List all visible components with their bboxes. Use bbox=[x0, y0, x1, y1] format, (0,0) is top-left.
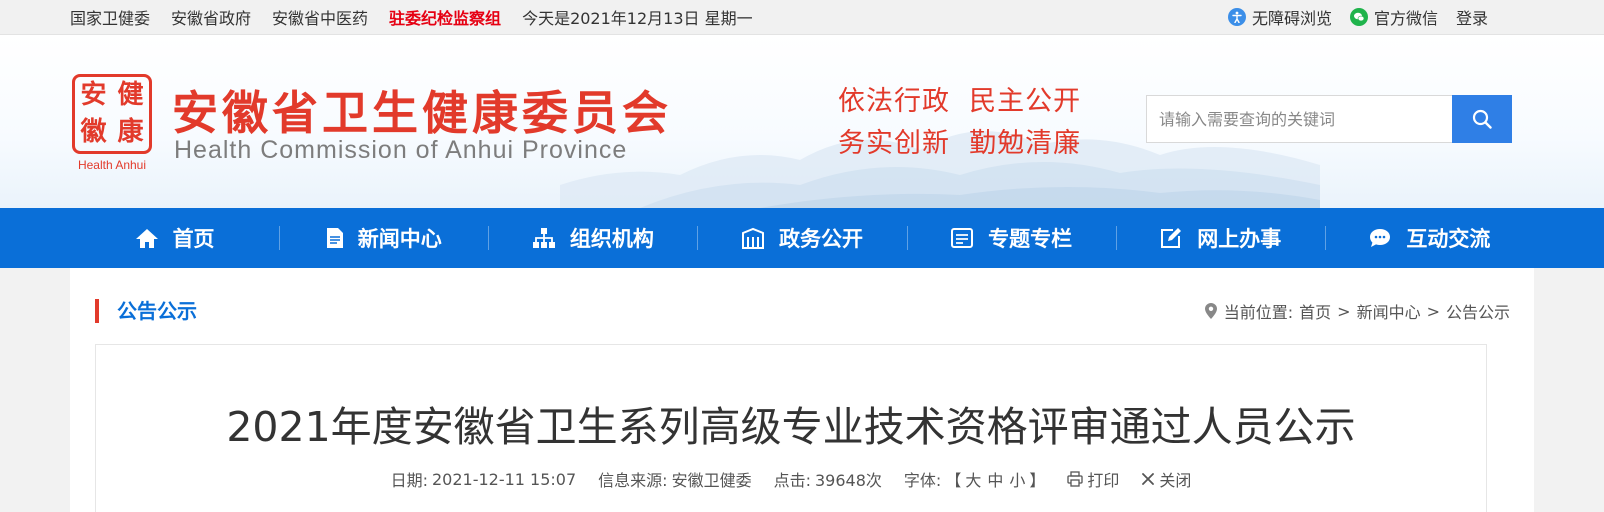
meta-source-value: 安徽卫健委 bbox=[671, 471, 752, 490]
meta-font-size: 字体: 【 大 中 小 】 bbox=[904, 467, 1045, 491]
printer-icon bbox=[1067, 471, 1084, 487]
nav-label: 政务公开 bbox=[778, 227, 863, 251]
accessibility-label: 无障碍浏览 bbox=[1251, 9, 1332, 28]
font-size-large[interactable]: 大 bbox=[965, 467, 981, 491]
breadcrumb-news[interactable]: 新闻中心 bbox=[1357, 299, 1421, 323]
wechat-icon bbox=[1349, 8, 1368, 26]
font-size-medium[interactable]: 中 bbox=[987, 467, 1003, 491]
list-box-icon bbox=[951, 228, 974, 248]
search-icon bbox=[1472, 109, 1492, 129]
nav-label: 组织机构 bbox=[569, 227, 654, 251]
close-icon bbox=[1142, 473, 1155, 485]
document-icon bbox=[326, 228, 343, 248]
edit-icon bbox=[1161, 228, 1182, 248]
content-area: 公告公示 当前位置: 首页 > 新闻中心 > 公告公示 2021年度安徽省卫生系… bbox=[70, 268, 1534, 512]
building-icon bbox=[741, 227, 764, 249]
breadcrumb-current[interactable]: 公告公示 bbox=[1446, 299, 1510, 323]
org-chart-icon bbox=[532, 228, 555, 248]
nav-item-special-topics[interactable]: 专题专栏 bbox=[906, 208, 1116, 268]
site-header: 安 健 徽 康 Health Anhui 安徽省卫生健康委员会 Health C… bbox=[0, 35, 1604, 208]
meta-date-label: 日期: bbox=[390, 471, 428, 490]
logo-mark: 安 健 徽 康 bbox=[72, 74, 152, 154]
slogan-line-2: 务实创新 勤勉清廉 bbox=[838, 128, 1082, 159]
article: 2021年度安徽省卫生系列高级专业技术资格评审通过人员公示 日期: 2021-1… bbox=[95, 344, 1487, 512]
top-bar: 国家卫健委 安徽省政府 安徽省中医药 驻委纪检监察组 今天是2021年12月13… bbox=[0, 0, 1604, 35]
logo-caption: Health Anhui bbox=[77, 158, 147, 172]
breadcrumb-separator: > bbox=[1337, 301, 1351, 321]
nav-item-news[interactable]: 新闻中心 bbox=[279, 208, 488, 268]
article-meta: 日期: 2021-12-11 15:07 信息来源: 安徽卫健委 点击: 396… bbox=[96, 467, 1486, 491]
search-box bbox=[1146, 95, 1512, 143]
chat-icon bbox=[1370, 229, 1391, 247]
nav-label: 互动交流 bbox=[1406, 227, 1491, 251]
main-nav: 首页 新闻中心 组织机构 政务公开 专题专栏 网上办事 互动交流 bbox=[0, 208, 1604, 268]
logo-char: 健 bbox=[117, 80, 144, 110]
link-anhui-gov[interactable]: 安徽省政府 bbox=[171, 5, 251, 29]
home-icon bbox=[135, 229, 158, 248]
slogan-line-1: 依法行政 民主公开 bbox=[838, 86, 1082, 117]
nav-item-home[interactable]: 首页 bbox=[70, 208, 279, 268]
login-link[interactable]: 登录 bbox=[1456, 5, 1488, 29]
nav-label: 专题专栏 bbox=[988, 227, 1073, 251]
meta-source-label: 信息来源: bbox=[598, 471, 668, 490]
print-button[interactable]: 打印 bbox=[1067, 467, 1119, 491]
wechat-label: 官方微信 bbox=[1373, 9, 1438, 28]
link-nhc[interactable]: 国家卫健委 bbox=[70, 5, 150, 29]
logo-char: 康 bbox=[117, 117, 144, 147]
breadcrumb-separator: > bbox=[1426, 301, 1440, 321]
meta-date-value: 2021-12-11 15:07 bbox=[431, 469, 577, 489]
nav-label: 网上办事 bbox=[1197, 227, 1282, 251]
nav-item-interaction[interactable]: 互动交流 bbox=[1324, 208, 1534, 268]
current-date: 今天是2021年12月13日 星期一 bbox=[522, 9, 753, 28]
top-tools: 无障碍浏览 官方微信 登录 bbox=[1227, 0, 1488, 34]
nav-item-organization[interactable]: 组织机构 bbox=[488, 208, 697, 268]
nav-item-online-services[interactable]: 网上办事 bbox=[1115, 208, 1325, 268]
close-button[interactable]: 关闭 bbox=[1141, 467, 1191, 491]
logo-char: 安 bbox=[80, 80, 107, 110]
site-name: 安徽省卫生健康委员会 bbox=[172, 86, 672, 140]
font-size-bracket: 】 bbox=[1029, 471, 1046, 490]
breadcrumb-home[interactable]: 首页 bbox=[1299, 299, 1331, 323]
slogan: 依法行政 民主公开 务实创新 勤勉清廉 bbox=[838, 81, 1081, 165]
meta-source: 信息来源: 安徽卫健委 bbox=[598, 467, 751, 491]
site-logo[interactable]: 安 健 徽 康 Health Anhui bbox=[72, 74, 152, 172]
wechat-link[interactable]: 官方微信 bbox=[1349, 5, 1438, 29]
section-title: 公告公示 bbox=[95, 299, 197, 323]
meta-hits-value: 39648次 bbox=[815, 471, 882, 490]
print-label: 打印 bbox=[1087, 471, 1120, 490]
breadcrumb-label: 当前位置: bbox=[1223, 303, 1294, 322]
nav-label: 新闻中心 bbox=[357, 227, 442, 251]
nav-label: 首页 bbox=[172, 227, 215, 251]
font-size-bracket: 【 bbox=[945, 471, 962, 490]
site-name-en: Health Commission of Anhui Province bbox=[174, 136, 628, 164]
logo-char: 徽 bbox=[80, 117, 107, 147]
top-links: 国家卫健委 安徽省政府 安徽省中医药 驻委纪检监察组 今天是2021年12月13… bbox=[70, 0, 753, 34]
font-size-label: 字体: bbox=[903, 471, 942, 490]
breadcrumb: 当前位置: 首页 > 新闻中心 > 公告公示 bbox=[1204, 299, 1510, 323]
meta-hits-label: 点击: bbox=[773, 471, 811, 490]
location-pin-icon bbox=[1204, 303, 1217, 319]
article-title: 2021年度安徽省卫生系列高级专业技术资格评审通过人员公示 bbox=[226, 403, 1356, 451]
search-button[interactable] bbox=[1452, 95, 1512, 143]
font-size-small[interactable]: 小 bbox=[1009, 467, 1025, 491]
meta-hits: 点击: 39648次 bbox=[774, 467, 882, 491]
meta-date: 日期: 2021-12-11 15:07 bbox=[391, 467, 577, 491]
link-discipline-team[interactable]: 驻委纪检监察组 bbox=[389, 5, 501, 29]
search-input[interactable] bbox=[1146, 95, 1452, 143]
nav-item-gov-affairs[interactable]: 政务公开 bbox=[697, 208, 906, 268]
link-anhui-tcm[interactable]: 安徽省中医药 bbox=[272, 5, 368, 29]
accessibility-icon bbox=[1227, 8, 1246, 26]
close-label: 关闭 bbox=[1159, 471, 1192, 490]
accessibility-link[interactable]: 无障碍浏览 bbox=[1227, 5, 1332, 29]
